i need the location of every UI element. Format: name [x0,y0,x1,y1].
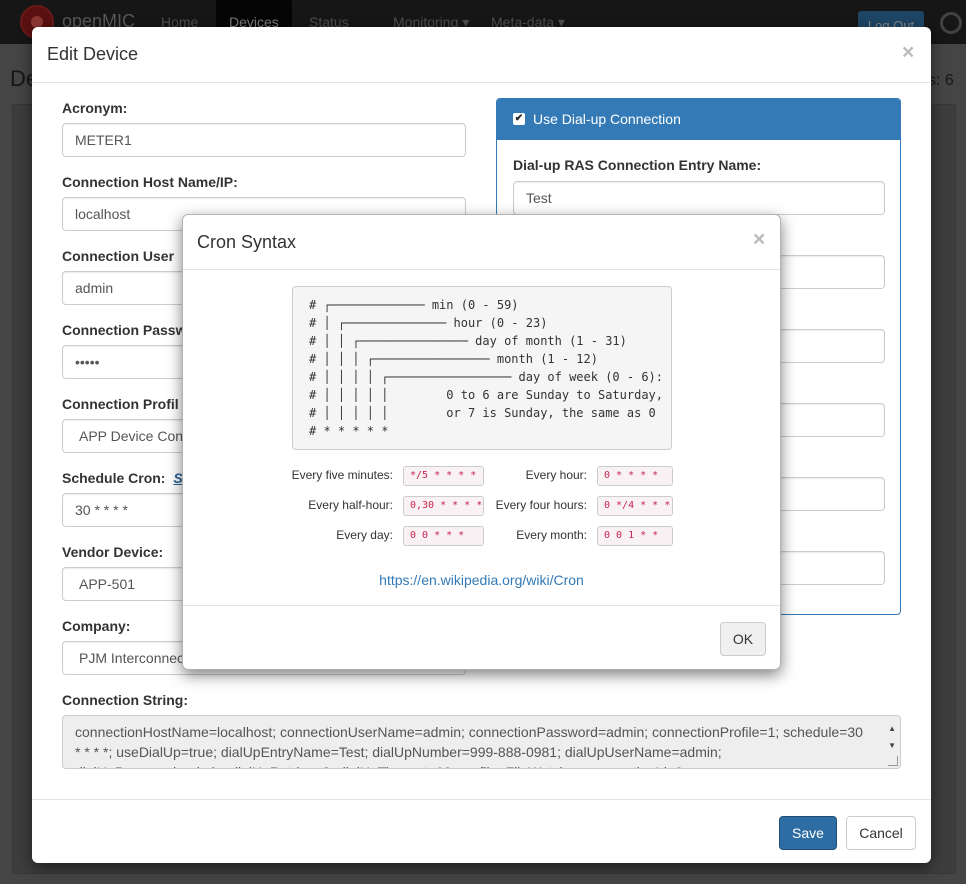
dialup-panel-header: ✔ Use Dial-up Connection [497,99,900,140]
schedule-label-text: Schedule Cron: [62,470,166,486]
cron-syntax-diagram: # ┌───────────── min (0 - 59) # │ ┌─────… [292,286,672,450]
example-code-day: 0 0 * * * [403,526,484,546]
acronym-label: Acronym: [62,100,128,116]
cron-modal-title: Cron Syntax [197,232,297,252]
example-label-half-hour: Every half-hour: [308,498,393,512]
example-label-month: Every month: [516,528,587,542]
close-icon[interactable]: × [902,42,914,63]
cron-syntax-modal: Cron Syntax × # ┌───────────── min (0 - … [182,214,781,670]
modal-footer: Save Cancel [32,799,931,863]
company-label: Company: [62,618,131,634]
cron-modal-footer: OK [183,605,780,669]
example-code-four-hours: 0 */4 * * * [597,496,673,516]
profile-label: Connection Profil [62,396,179,412]
connection-string-label: Connection String: [62,692,188,708]
connection-string-text: connectionHostName=localhost; connection… [75,724,863,768]
wikipedia-cron-link[interactable]: https://en.wikipedia.org/wiki/Cron [183,572,780,588]
user-label: Connection User [62,248,175,264]
example-label-day: Every day: [336,528,393,542]
cron-modal-header: Cron Syntax × [183,215,780,270]
example-label-four-hours: Every four hours: [495,498,587,512]
modal-header: Edit Device × [32,27,931,83]
scroll-arrows-icon[interactable]: ▲ ▼ [888,720,896,754]
syntax-line: # * * * * * [309,424,389,438]
resize-grip-icon[interactable] [888,756,898,766]
syntax-line: # │ │ │ │ ┌───────────────── day of week… [309,370,664,384]
syntax-line: # │ │ │ ┌──────────────── month (1 - 12) [309,352,598,366]
dialup-entry-label: Dial-up RAS Connection Entry Name: [513,157,762,173]
host-label: Connection Host Name/IP: [62,174,238,190]
example-code-half-hour: 0,30 * * * * [403,496,484,516]
cancel-button[interactable]: Cancel [846,816,916,850]
ok-button[interactable]: OK [720,622,766,656]
syntax-line: # │ │ │ │ │ or 7 is Sunday, the same as … [309,406,656,420]
example-label-five-minutes: Every five minutes: [291,468,393,482]
syntax-line: # │ │ ┌─────────────── day of month (1 -… [309,334,627,348]
example-code-hour: 0 * * * * [597,466,673,486]
connection-string-textarea[interactable]: connectionHostName=localhost; connection… [62,715,901,769]
close-icon[interactable]: × [753,229,765,250]
use-dialup-label[interactable]: Use Dial-up Connection [533,111,681,127]
example-code-five-minutes: */5 * * * * [403,466,484,486]
save-button[interactable]: Save [779,816,837,850]
vendor-label: Vendor Device: [62,544,164,560]
example-label-hour: Every hour: [525,468,587,482]
schedule-label: Schedule Cron: S [62,470,183,486]
modal-title: Edit Device [47,44,139,64]
syntax-line: # │ │ │ │ │ 0 to 6 are Sunday to Saturda… [309,388,664,402]
dialup-entry-input[interactable]: Test [513,181,885,215]
syntax-line: # ┌───────────── min (0 - 59) [309,298,519,312]
example-code-month: 0 0 1 * * [597,526,673,546]
acronym-input[interactable]: METER1 [62,123,466,157]
password-label: Connection Passw [62,322,187,338]
syntax-line: # │ ┌────────────── hour (0 - 23) [309,316,548,330]
use-dialup-checkbox[interactable]: ✔ [513,113,525,125]
